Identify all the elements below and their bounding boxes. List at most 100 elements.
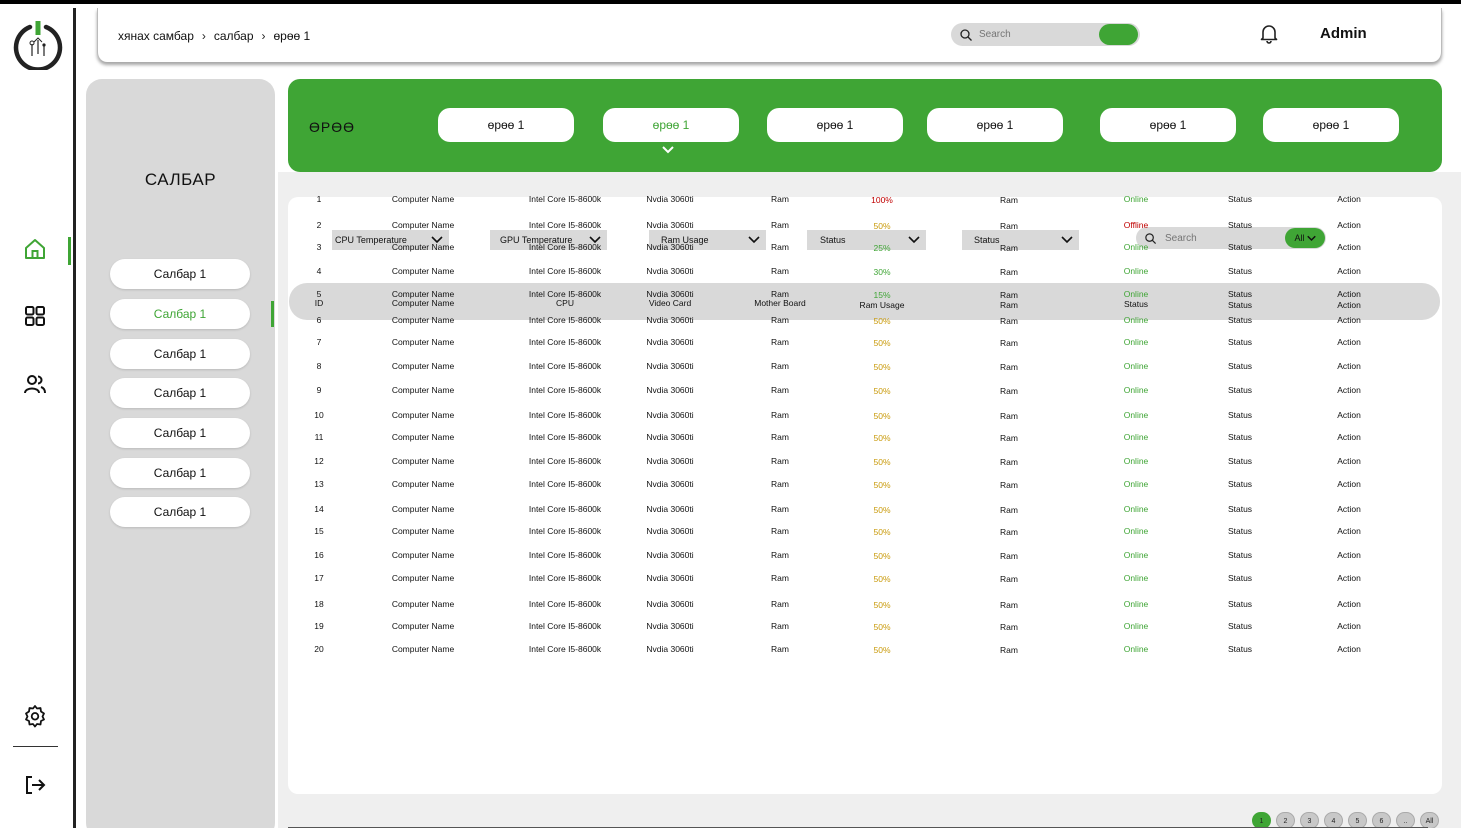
room-tab-active[interactable]: өрөө 1 <box>603 108 739 142</box>
filter-status-2[interactable]: Status <box>962 230 1079 250</box>
column-header-video-card[interactable]: Video Card <box>649 298 691 308</box>
row-action-link[interactable]: Action <box>1337 361 1361 371</box>
table-cell: Status <box>1227 361 1253 371</box>
row-action-link[interactable]: Action <box>1337 410 1361 420</box>
table-cell: 5 <box>316 289 322 299</box>
category-item-active[interactable]: Салбар 1 <box>110 299 250 329</box>
table-cell: Nvdia 3060ti <box>646 550 694 560</box>
room-tab[interactable]: өрөө 1 <box>438 108 574 142</box>
header-search-toggle[interactable] <box>1099 24 1138 45</box>
column-header-id[interactable]: ID <box>315 298 324 308</box>
table-cell: 8 <box>316 361 322 371</box>
table-cell: Online <box>1123 621 1149 631</box>
page-button[interactable]: 5 <box>1348 812 1367 828</box>
room-tab[interactable]: өрөө 1 <box>767 108 903 142</box>
users-icon[interactable] <box>22 371 48 397</box>
room-tab[interactable]: өрөө 1 <box>1100 108 1236 142</box>
breadcrumb-item[interactable]: өрөө 1 <box>274 29 311 43</box>
column-header-action[interactable]: Action <box>1337 300 1361 310</box>
row-action-link[interactable]: Action <box>1337 266 1361 276</box>
category-item[interactable]: Салбар 1 <box>110 339 250 369</box>
row-action-link[interactable]: Action <box>1337 573 1361 583</box>
page-button[interactable]: 2 <box>1276 812 1295 828</box>
breadcrumb-item[interactable]: хянах самбар <box>118 29 194 43</box>
column-header-ram-usage[interactable]: Ram Usage <box>860 300 905 310</box>
row-action-link[interactable]: Action <box>1337 479 1361 489</box>
row-action-link[interactable]: Action <box>1337 644 1361 654</box>
row-action-link[interactable]: Action <box>1337 621 1361 631</box>
app-logo-icon <box>12 18 64 72</box>
row-action-link[interactable]: Action <box>1337 432 1361 442</box>
user-name[interactable]: Admin <box>1320 25 1367 42</box>
page-button[interactable]: All <box>1420 812 1439 828</box>
table-cell: Online <box>1123 266 1149 276</box>
table-cell: Intel Core I5-8600k <box>528 644 602 654</box>
table-cell: Nvdia 3060ti <box>646 242 694 252</box>
table-cell: Nvdia 3060ti <box>646 315 694 325</box>
category-item[interactable]: Салбар 1 <box>110 378 250 408</box>
table-cell: Ram <box>771 479 789 489</box>
table-cell: Status <box>1227 266 1253 276</box>
column-header-mother-board[interactable]: Mother Board <box>754 298 806 308</box>
row-action-link[interactable]: Action <box>1337 194 1361 204</box>
row-action-link[interactable]: Action <box>1337 504 1361 514</box>
category-item[interactable]: Салбар 1 <box>110 418 250 448</box>
search-scope-dropdown[interactable]: All <box>1285 228 1325 248</box>
page-button[interactable]: .. <box>1396 812 1415 828</box>
page-button[interactable]: 4 <box>1324 812 1343 828</box>
row-action-link[interactable]: Action <box>1337 599 1361 609</box>
table-cell: 14 <box>314 504 324 514</box>
table-cell: Computer Name <box>391 194 455 204</box>
column-header-cpu[interactable]: CPU <box>556 298 574 308</box>
page-button[interactable]: 1 <box>1252 812 1271 828</box>
page-button[interactable]: 3 <box>1300 812 1319 828</box>
table-cell: Nvdia 3060ti <box>646 432 694 442</box>
table-cell: Nvdia 3060ti <box>646 289 694 299</box>
home-icon[interactable] <box>22 236 48 262</box>
table-cell: Computer Name <box>391 220 455 230</box>
search-scope-label: All <box>1294 233 1305 243</box>
table-cell: 50% <box>873 645 891 655</box>
table-cell: 50% <box>873 574 891 584</box>
column-header-status-2[interactable]: Status <box>1228 300 1252 310</box>
header-search-input[interactable] <box>979 29 1079 40</box>
row-action-link[interactable]: Action <box>1337 315 1361 325</box>
search-icon <box>960 28 972 41</box>
filter-status[interactable]: Status <box>807 230 926 250</box>
room-tab[interactable]: өрөө 1 <box>1263 108 1399 142</box>
room-tabs-bar: ӨРӨӨ өрөө 1 өрөө 1 өрөө 1 өрөө 1 өрөө 1 … <box>288 79 1442 172</box>
column-header-ram[interactable]: Ram <box>1000 300 1018 310</box>
row-action-link[interactable]: Action <box>1337 220 1361 230</box>
row-action-link[interactable]: Action <box>1337 456 1361 466</box>
category-item[interactable]: Салбар 1 <box>110 259 250 289</box>
table-cell: 50% <box>873 505 891 515</box>
row-action-link[interactable]: Action <box>1337 385 1361 395</box>
table-cell: Ram <box>771 621 789 631</box>
row-action-link[interactable]: Action <box>1337 526 1361 536</box>
table-cell: Intel Core I5-8600k <box>528 599 602 609</box>
table-cell: Online <box>1123 599 1149 609</box>
row-action-link[interactable]: Action <box>1337 550 1361 560</box>
breadcrumb-item[interactable]: салбар <box>214 29 254 43</box>
category-item[interactable]: Салбар 1 <box>110 458 250 488</box>
column-header-status[interactable]: Status <box>1124 299 1148 309</box>
row-action-link[interactable]: Action <box>1337 289 1361 299</box>
category-item[interactable]: Салбар 1 <box>110 497 250 527</box>
settings-icon[interactable] <box>22 703 48 729</box>
page-button[interactable]: 6 <box>1372 812 1391 828</box>
table-cell: Online <box>1123 194 1149 204</box>
row-action-link[interactable]: Action <box>1337 337 1361 347</box>
table-cell: Intel Core I5-8600k <box>528 289 602 299</box>
table-cell: Ram <box>1000 267 1018 277</box>
grid-icon[interactable] <box>22 303 48 329</box>
room-tab[interactable]: өрөө 1 <box>927 108 1063 142</box>
table-cell: Status <box>1227 194 1253 204</box>
table-cell: 50% <box>873 622 891 632</box>
table-cell: Status <box>1227 550 1253 560</box>
row-action-link[interactable]: Action <box>1337 242 1361 252</box>
column-header-computer-name[interactable]: Computer Name <box>392 298 454 308</box>
bell-icon[interactable] <box>1258 22 1280 44</box>
logout-icon[interactable] <box>22 772 48 798</box>
table-cell: Intel Core I5-8600k <box>528 266 602 276</box>
table-cell: Computer Name <box>391 550 455 560</box>
